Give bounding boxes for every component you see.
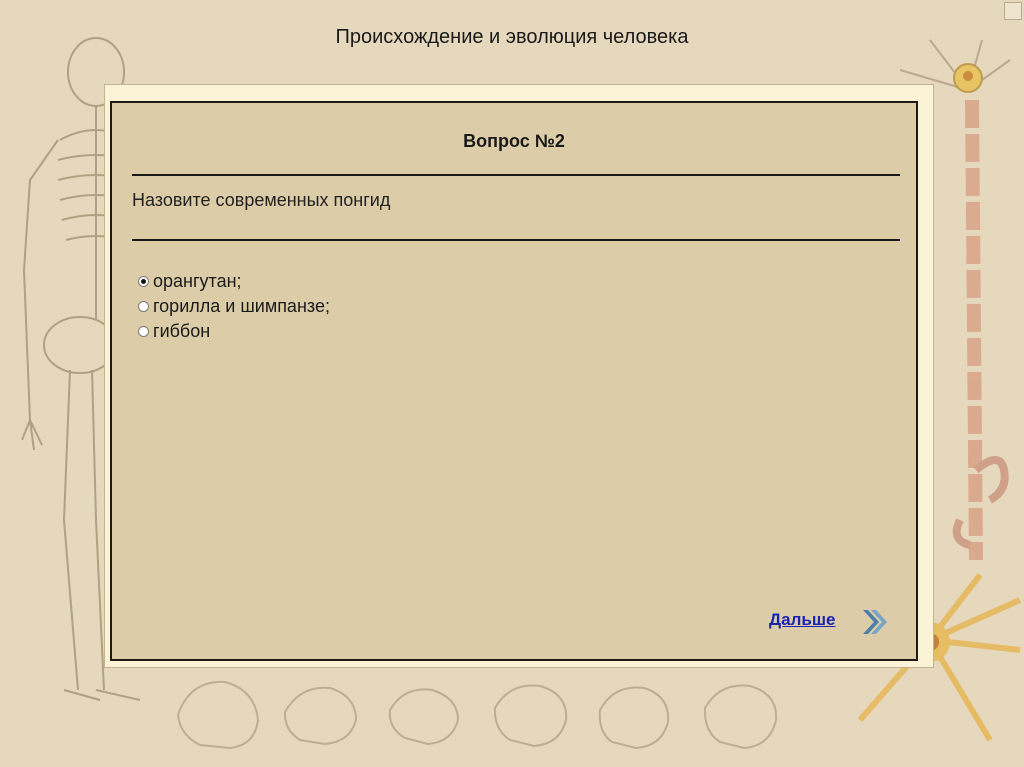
- next-link[interactable]: Дальше: [769, 610, 835, 630]
- question-panel: Вопрос №2 Назовите современных понгид ор…: [110, 101, 918, 661]
- answer-label: гиббон: [153, 321, 211, 341]
- radio-unselected-icon[interactable]: [138, 301, 149, 312]
- question-text: Назовите современных понгид: [132, 190, 391, 210]
- divider-bottom: [132, 239, 900, 241]
- divider-top: [132, 174, 900, 176]
- app-title: Происхождение и эволюция человека: [335, 26, 689, 48]
- double-chevron-right-icon[interactable]: [860, 607, 888, 637]
- answer-label: горилла и шимпанзе;: [153, 296, 330, 316]
- radio-selected-icon[interactable]: [138, 276, 149, 287]
- radio-unselected-icon[interactable]: [138, 326, 149, 337]
- window-close-button[interactable]: [1004, 2, 1022, 20]
- answer-label: орангутан;: [153, 271, 242, 291]
- answer-option-gibbon[interactable]: гиббон: [138, 319, 330, 344]
- answer-option-orangutan[interactable]: орангутан;: [138, 269, 330, 294]
- answer-options: орангутан; горилла и шимпанзе; гиббон: [138, 269, 330, 344]
- skulls-row: [176, 680, 778, 750]
- answer-option-gorilla-chimpanzee[interactable]: горилла и шимпанзе;: [138, 294, 330, 319]
- question-number: Вопрос №2: [463, 131, 565, 151]
